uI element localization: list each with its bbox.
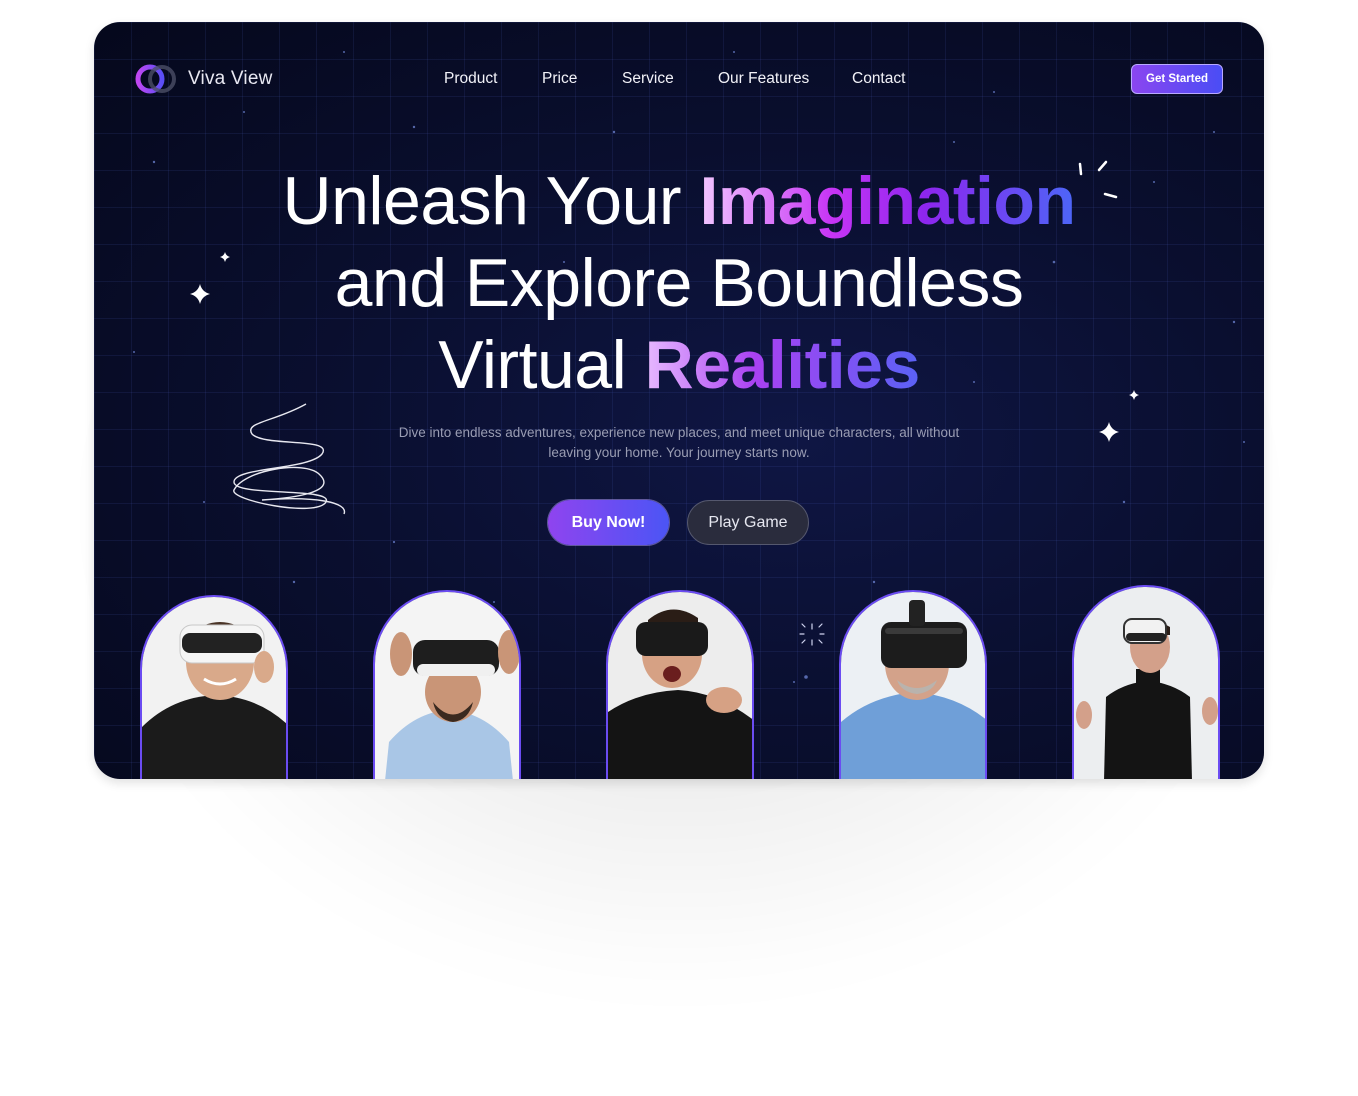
gallery-item — [1072, 585, 1220, 779]
vr-user-photo — [142, 597, 286, 779]
landing-page-card: Viva View Product Price Service Our Feat… — [94, 22, 1264, 779]
vr-user-photo — [375, 592, 519, 779]
vr-user-photo — [841, 592, 985, 779]
gallery-item — [373, 590, 521, 779]
gallery-item — [140, 595, 288, 779]
vr-gallery — [94, 22, 1264, 779]
vr-user-photo — [1074, 587, 1218, 779]
gallery-item — [839, 590, 987, 779]
vr-user-photo — [608, 592, 752, 779]
gallery-item — [606, 590, 754, 779]
